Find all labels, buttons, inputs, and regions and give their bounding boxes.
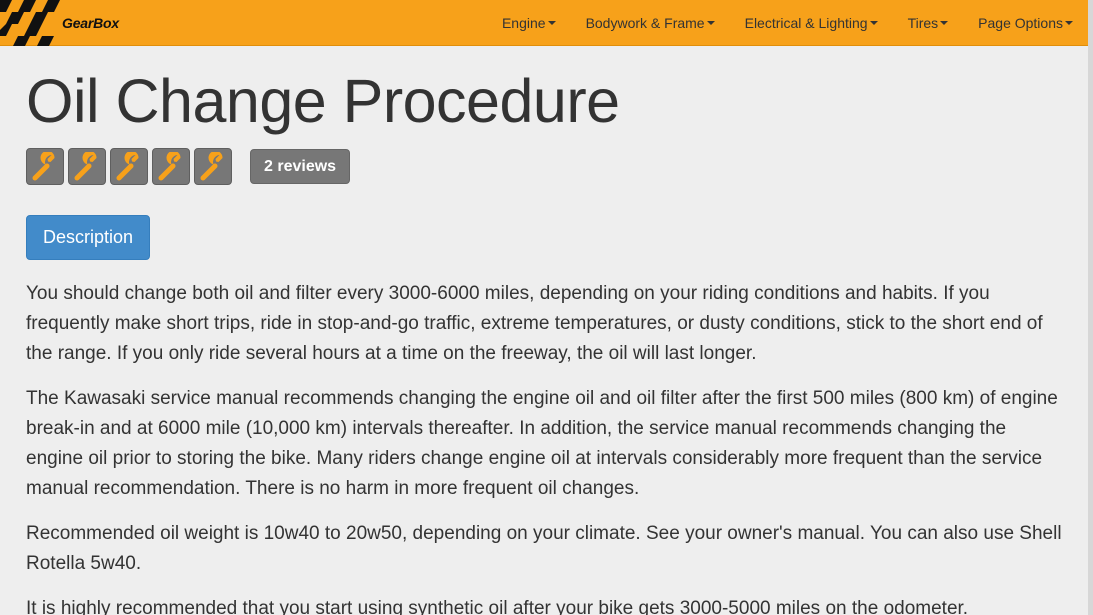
menu-tires-label: Tires [907, 15, 939, 31]
rating-wrenches[interactable] [26, 148, 236, 185]
reviews-badge[interactable]: 2 reviews [250, 149, 351, 184]
wrench-icon [158, 151, 181, 180]
rating-row: 2 reviews [26, 148, 1066, 185]
paragraph-2: The Kawasaki service manual recommends c… [26, 388, 1058, 499]
paragraph-3: Recommended oil weight is 10w40 to 20w50… [26, 523, 1062, 574]
caret-down-icon [547, 21, 556, 25]
brand-logo[interactable]: GearBox [0, 0, 140, 46]
wrench-icon [200, 151, 223, 180]
page-title: Oil Change Procedure [26, 67, 620, 135]
vertical-scrollbar[interactable] [1088, 0, 1093, 615]
wrench-rating-box[interactable] [194, 148, 232, 185]
caret-down-icon [1065, 21, 1073, 25]
menu-electrical-lighting[interactable]: Electrical & Lighting [730, 0, 893, 46]
wrench-icon [116, 151, 139, 180]
menu-bodywork-frame[interactable]: Bodywork & Frame [571, 0, 730, 46]
menu-page-options[interactable]: Page Options [963, 0, 1088, 46]
wrench-rating-box[interactable] [68, 148, 106, 185]
menu-engine[interactable]: Engine [487, 0, 571, 46]
menu-electrical-lighting-label: Electrical & Lighting [744, 15, 868, 31]
checkered-flag-icon [0, 0, 60, 46]
wrench-icon [32, 151, 55, 180]
main-content: Oil Change Procedure 2 reviews Descripti… [26, 46, 1066, 615]
caret-down-icon [940, 21, 949, 25]
menu-engine-label: Engine [501, 15, 546, 31]
wrench-rating-box[interactable] [26, 148, 64, 185]
caret-down-icon [869, 21, 878, 25]
menu-page-options-label: Page Options [978, 15, 1063, 31]
wrench-rating-box[interactable] [152, 148, 190, 185]
brand-name: GearBox [62, 15, 119, 31]
description-tab[interactable]: Description [26, 215, 151, 260]
wrench-rating-box[interactable] [110, 148, 148, 185]
wrench-icon [74, 151, 97, 180]
paragraph-1: You should change both oil and filter ev… [26, 283, 1043, 364]
menu-tires[interactable]: Tires [893, 0, 964, 46]
main-menu: Engine Bodywork & Frame Electrical & Lig… [487, 0, 1088, 46]
caret-down-icon [706, 21, 715, 25]
top-navbar: GearBox Engine Bodywork & Frame Electric… [0, 0, 1088, 46]
paragraph-4: It is highly recommended that you start … [26, 598, 969, 615]
menu-bodywork-frame-label: Bodywork & Frame [585, 15, 705, 31]
